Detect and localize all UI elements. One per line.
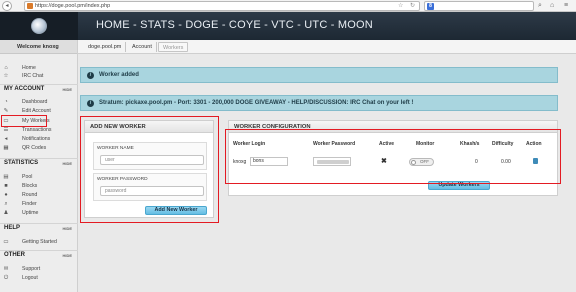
sidebar-item-getting-started[interactable]: ▭ Getting Started xyxy=(0,238,78,246)
getting-started-icon: ▭ xyxy=(3,239,9,245)
search-icon[interactable]: ⌕ xyxy=(538,2,542,10)
section-help: HELP HIDE xyxy=(0,223,78,232)
breadcrumb: doge.pool.pm Account Workers xyxy=(78,40,576,54)
address-bar[interactable]: https://doge.pool.pm/index.php xyxy=(24,1,420,11)
sidebar-item-home[interactable]: ⌂ Home xyxy=(0,64,78,72)
sidebar-item-label: Round xyxy=(22,192,38,198)
pool-icon: ▤ xyxy=(3,174,9,180)
transactions-icon: ☰ xyxy=(3,127,9,133)
site-icon xyxy=(27,3,33,9)
sidebar-item-label: Transactions xyxy=(22,127,52,133)
add-worker-highlight xyxy=(80,116,219,223)
worker-config-highlight xyxy=(225,129,561,184)
hide-toggle[interactable]: HIDE xyxy=(62,251,72,260)
my-workers-highlight xyxy=(1,115,47,127)
stratum-alert: i Stratum: pickaxe.pool.pm - Port: 3301 … xyxy=(80,95,558,111)
section-my-account: MY ACCOUNT HIDE xyxy=(0,84,78,93)
welcome-text: Welcome knoxg xyxy=(0,40,77,54)
section-statistics: STATISTICS HIDE xyxy=(0,158,78,167)
hide-toggle[interactable]: HIDE xyxy=(62,224,72,233)
search-input[interactable]: 8 xyxy=(424,1,534,11)
breadcrumb-item[interactable]: Account xyxy=(128,42,157,52)
star-icon[interactable]: ☆ xyxy=(398,2,403,9)
support-icon: ✉ xyxy=(3,266,9,272)
blocks-icon: ■ xyxy=(4,183,8,189)
breadcrumb-current: Workers xyxy=(158,42,189,52)
sidebar-item-label: Edit Account xyxy=(22,108,51,114)
star-icon: ☆ xyxy=(3,73,9,79)
section-title: MY ACCOUNT xyxy=(4,86,45,92)
sidebar-item-label: Logout xyxy=(22,275,38,281)
hide-toggle[interactable]: HIDE xyxy=(62,159,72,168)
menu-icon[interactable]: ≡ xyxy=(564,2,568,9)
sidebar-item-label: Blocks xyxy=(22,183,38,189)
info-icon: i xyxy=(87,71,94,79)
breadcrumb-item[interactable]: doge.pool.pm xyxy=(84,42,127,52)
finder-icon: ⌕ xyxy=(4,201,8,207)
sidebar-item-notifications[interactable]: ◂ Notifications xyxy=(0,135,78,143)
url-text: https://doge.pool.pm/index.php xyxy=(35,3,111,9)
sidebar-item-label: Support xyxy=(22,266,41,272)
home-icon[interactable]: ⌂ xyxy=(550,2,554,9)
logo-area[interactable] xyxy=(0,12,78,40)
section-other: OTHER HIDE xyxy=(0,250,78,259)
browser-toolbar: ◂ https://doge.pool.pm/index.php ☆ ↻ 8 ⌕… xyxy=(0,0,576,12)
sidebar-item-uptime[interactable]: ♟ Uptime xyxy=(0,209,78,217)
qr-icon: ▦ xyxy=(3,145,9,151)
sidebar-item-label: QR Codes xyxy=(22,145,47,151)
pool-logo[interactable] xyxy=(31,18,47,34)
home-icon: ⌂ xyxy=(4,65,8,71)
worker-added-alert: i Worker added xyxy=(80,67,558,83)
sidebar: Welcome knoxg ⌂ Home ☆ IRC Chat MY ACCOU… xyxy=(0,40,78,292)
sidebar-item-support[interactable]: ✉ Support xyxy=(0,265,78,273)
edit-icon: ✎ xyxy=(3,108,9,114)
search-engine-icon[interactable]: 8 xyxy=(427,3,434,10)
section-title: OTHER xyxy=(4,252,25,258)
sidebar-item-label: Getting Started xyxy=(22,239,57,245)
section-title: STATISTICS xyxy=(4,160,39,166)
sidebar-item-label: Dashboard xyxy=(22,99,48,105)
round-icon: ● xyxy=(4,192,8,198)
sidebar-item-label: IRC Chat xyxy=(22,73,44,79)
refresh-icon[interactable]: ↻ xyxy=(410,2,415,9)
sidebar-item-finder[interactable]: ⌕ Finder xyxy=(0,200,78,208)
uptime-icon: ♟ xyxy=(3,210,9,216)
sidebar-item-transactions[interactable]: ☰ Transactions xyxy=(0,126,78,134)
sidebar-item-label: Finder xyxy=(22,201,37,207)
sidebar-item-qr-codes[interactable]: ▦ QR Codes xyxy=(0,144,78,152)
sidebar-item-logout[interactable]: ⏻ Logout xyxy=(0,274,78,282)
alert-text: Stratum: pickaxe.pool.pm - Port: 3301 - … xyxy=(99,100,414,106)
hide-toggle[interactable]: HIDE xyxy=(62,85,72,94)
info-icon: i xyxy=(87,99,94,107)
section-title: HELP xyxy=(4,225,21,231)
back-icon[interactable]: ◂ xyxy=(2,0,12,11)
sidebar-item-round[interactable]: ● Round xyxy=(0,191,78,199)
site-header: HOME - STATS - DOGE - COYE - VTC - UTC -… xyxy=(0,12,576,40)
alert-text: Worker added xyxy=(99,72,139,78)
header-nav-title[interactable]: HOME - STATS - DOGE - COYE - VTC - UTC -… xyxy=(96,19,373,31)
notifications-icon: ◂ xyxy=(4,136,8,142)
sidebar-item-pool[interactable]: ▤ Pool xyxy=(0,173,78,181)
sidebar-item-label: Notifications xyxy=(22,136,51,142)
sidebar-item-label: Home xyxy=(22,65,36,71)
sidebar-item-dashboard[interactable]: ◔ Dashboard xyxy=(0,98,78,106)
sidebar-item-label: Uptime xyxy=(22,210,39,216)
sidebar-item-blocks[interactable]: ■ Blocks xyxy=(0,182,78,190)
sidebar-item-label: Pool xyxy=(22,174,33,180)
sidebar-item-irc-chat[interactable]: ☆ IRC Chat xyxy=(0,72,78,80)
sidebar-item-edit-account[interactable]: ✎ Edit Account xyxy=(0,107,78,115)
dashboard-icon: ◔ xyxy=(4,99,8,105)
logout-icon: ⏻ xyxy=(3,275,9,281)
